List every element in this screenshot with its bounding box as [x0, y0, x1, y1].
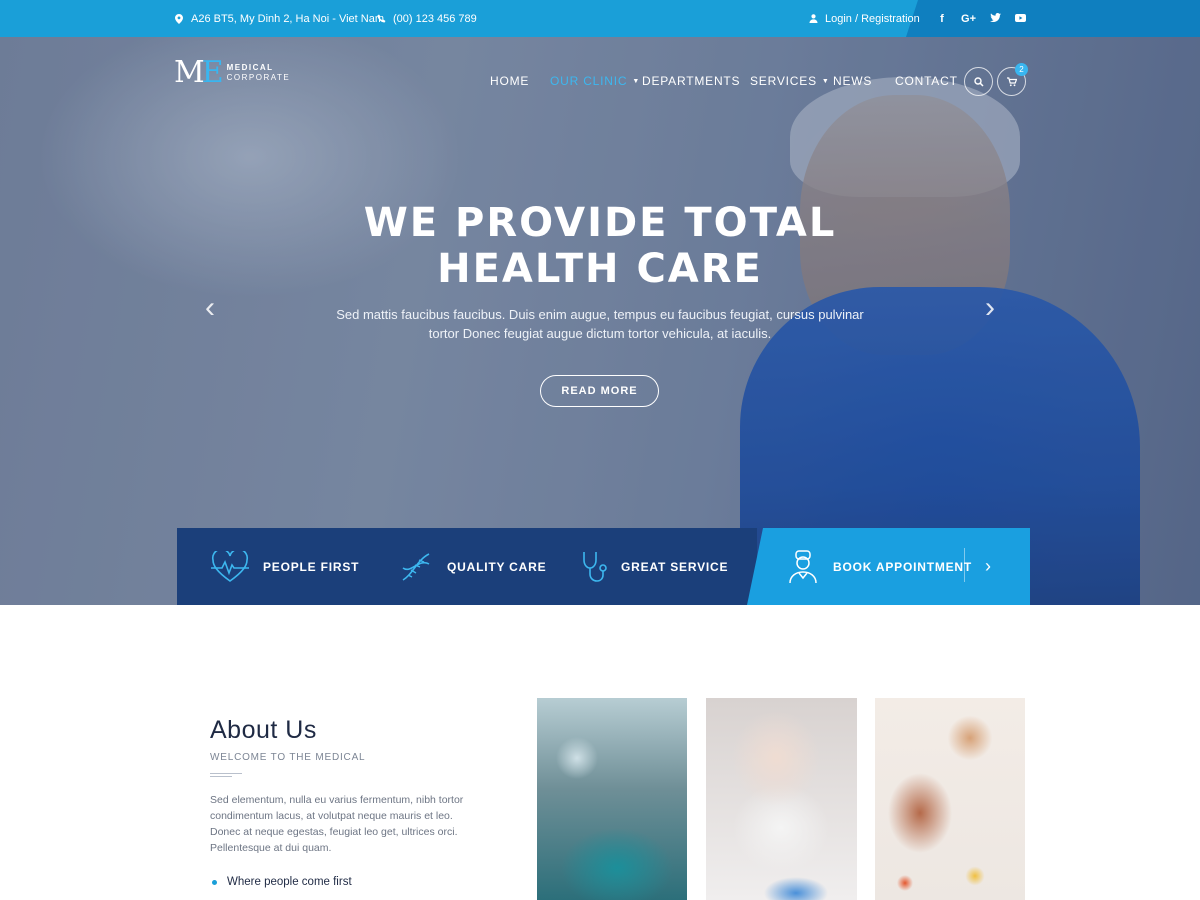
google-plus-icon[interactable]: G+	[961, 13, 976, 25]
hero-title: WE PROVIDE TOTAL HEALTH CARE	[300, 200, 900, 292]
divider	[210, 773, 242, 774]
map-pin-icon	[174, 13, 184, 24]
login-link[interactable]: Login / Registration	[808, 0, 920, 37]
nav-label: OUR CLINIC	[550, 74, 628, 88]
address-text: A26 BT5, My Dinh 2, Ha Noi - Viet Nam	[191, 12, 384, 25]
nav-item-news[interactable]: NEWS	[833, 66, 872, 96]
photo-masked-doctor	[706, 698, 857, 900]
doctor-icon	[789, 549, 817, 583]
hero-text: Sed mattis faucibus faucibus. Duis enim …	[336, 307, 864, 341]
about-text: Sed elementum, nulla eu varius fermentum…	[210, 794, 464, 854]
nav-label: CONTACT	[895, 74, 958, 88]
cart-count-badge: 2	[1015, 63, 1028, 76]
stethoscope-icon	[583, 551, 607, 582]
hero-title-line2: HEALTH CARE	[437, 246, 763, 292]
feature-quality-care: QUALITY CARE	[399, 528, 546, 605]
divider	[964, 548, 965, 582]
top-bar: A26 BT5, My Dinh 2, Ha Noi - Viet Nam (0…	[0, 0, 1200, 37]
youtube-icon[interactable]	[1015, 13, 1026, 25]
search-icon	[973, 76, 984, 87]
photo-medicine-pills	[875, 698, 1025, 900]
social-links: f G+	[937, 0, 1026, 37]
nav-item-services[interactable]: SERVICES ▼	[750, 66, 830, 96]
phone-icon	[376, 14, 386, 24]
about-list: Where people come first	[212, 874, 352, 900]
address-info: A26 BT5, My Dinh 2, Ha Noi - Viet Nam	[174, 0, 384, 37]
chevron-right-icon[interactable]: ›	[985, 528, 991, 605]
nav-item-contact[interactable]: CONTACT	[895, 66, 958, 96]
nav-item-home[interactable]: HOME	[490, 66, 529, 96]
caret-down-icon: ▼	[632, 77, 641, 85]
cart-icon	[1006, 76, 1017, 86]
list-item: Where people come first	[212, 874, 352, 890]
bullet-dot-icon	[212, 879, 217, 885]
feature-label: PEOPLE FIRST	[263, 559, 360, 574]
phone-text: (00) 123 456 789	[393, 12, 477, 25]
list-item-text: Where people come first	[227, 876, 352, 888]
nav-item-our-clinic[interactable]: OUR CLINIC ▼	[550, 66, 640, 96]
feature-label: GREAT SERVICE	[621, 559, 729, 574]
about-title: About Us	[210, 716, 317, 744]
feature-people-first: PEOPLE FIRST	[211, 528, 359, 605]
feature-label: BOOK APPOINTMENT	[833, 559, 973, 574]
divider	[210, 776, 232, 777]
hero-title-line1: WE PROVIDE TOTAL	[363, 200, 837, 246]
phone-info: (00) 123 456 789	[376, 0, 477, 37]
nav-label: HOME	[490, 74, 530, 88]
nav-label: DEPARTMENTS	[642, 74, 741, 88]
feature-bar: PEOPLE FIRST QUALITY CARE GREAT SERVICE …	[177, 528, 1030, 605]
cart-button[interactable]: 2	[997, 63, 1028, 96]
user-icon	[808, 14, 818, 24]
caret-down-icon: ▼	[821, 77, 830, 85]
nav-label: SERVICES	[750, 74, 817, 88]
slider-next-arrow[interactable]: ›	[978, 292, 1002, 324]
twitter-icon[interactable]	[990, 12, 1001, 25]
read-more-button[interactable]: READ MORE	[540, 375, 659, 407]
dna-icon	[402, 552, 430, 581]
login-text: Login / Registration	[825, 12, 920, 25]
nav-item-departments[interactable]: DEPARTMENTS	[642, 66, 740, 96]
book-appointment-button[interactable]: BOOK APPOINTMENT	[787, 528, 972, 605]
nav-label: NEWS	[833, 74, 873, 88]
feature-label: QUALITY CARE	[447, 559, 547, 574]
about-subtitle: WELCOME TO THE MEDICAL	[210, 752, 366, 763]
slider-prev-arrow[interactable]: ‹	[198, 292, 222, 324]
facebook-icon[interactable]: f	[937, 13, 947, 25]
search-button[interactable]	[964, 67, 993, 96]
heart-pulse-icon	[211, 550, 249, 582]
photo-surgery-team	[537, 698, 687, 900]
feature-great-service: GREAT SERVICE	[581, 528, 728, 605]
